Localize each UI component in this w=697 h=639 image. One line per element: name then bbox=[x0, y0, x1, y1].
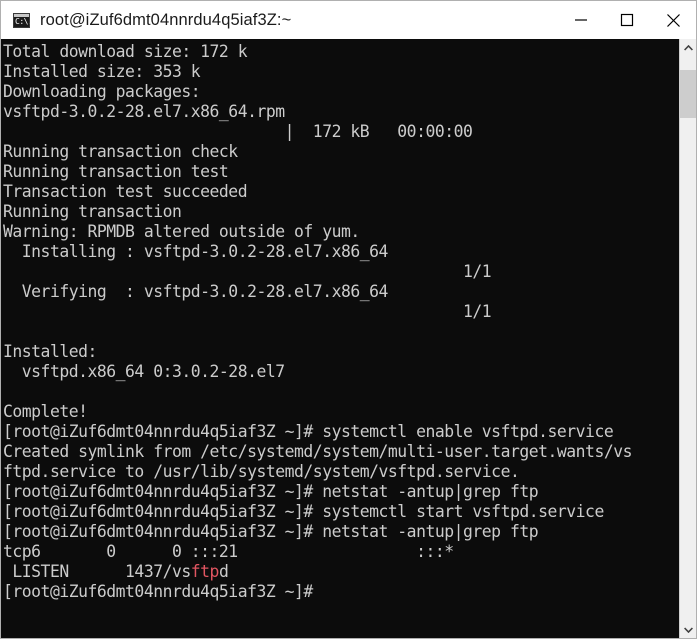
title-bar[interactable]: C:\. root@iZuf6dmt04nnrdu4q5iaf3Z:~ bbox=[1, 1, 696, 39]
maximize-icon bbox=[620, 13, 634, 27]
terminal-line: [root@iZuf6dmt04nnrdu4q5iaf3Z ~]# system… bbox=[3, 422, 614, 441]
close-button[interactable] bbox=[650, 1, 696, 39]
terminal-line: 1/1 bbox=[3, 262, 492, 281]
scrollbar-track[interactable] bbox=[680, 56, 696, 621]
terminal-line: Running transaction check bbox=[3, 142, 238, 161]
window-title: root@iZuf6dmt04nnrdu4q5iaf3Z:~ bbox=[40, 10, 292, 29]
chevron-down-icon bbox=[683, 626, 693, 633]
grep-match-highlight: ftp bbox=[190, 562, 220, 581]
terminal-line: ftpd.service to /usr/lib/systemd/system/… bbox=[3, 462, 520, 481]
terminal-line: [root@iZuf6dmt04nnrdu4q5iaf3Z ~]# system… bbox=[3, 502, 604, 521]
terminal-line: Transaction test succeeded bbox=[3, 182, 248, 201]
terminal-line: [root@iZuf6dmt04nnrdu4q5iaf3Z ~]# netsta… bbox=[3, 522, 539, 541]
terminal-line: Created symlink from /etc/systemd/system… bbox=[3, 442, 632, 461]
terminal-line: vsftpd-3.0.2-28.el7.x86_64.rpm bbox=[3, 102, 285, 121]
maximize-button[interactable] bbox=[604, 1, 650, 39]
terminal-line: tcp6 0 0 :::21 :::* bbox=[3, 542, 454, 561]
scroll-up-button[interactable] bbox=[680, 39, 696, 56]
terminal-line: Total download size: 172 k bbox=[3, 42, 248, 61]
minimize-icon bbox=[575, 19, 587, 21]
cmd-console-icon-glyph: C:\. bbox=[15, 16, 33, 26]
minimize-button[interactable] bbox=[558, 1, 604, 39]
terminal-line: Installing : vsftpd-3.0.2-28.el7.x86_64 bbox=[3, 242, 389, 261]
terminal-body: Total download size: 172 k Installed size… bbox=[1, 39, 696, 638]
scrollbar-thumb[interactable] bbox=[680, 70, 696, 118]
terminal-text: LISTEN 1437/vs bbox=[3, 562, 191, 581]
terminal-line: | 172 kB 00:00:00 bbox=[3, 122, 473, 141]
terminal-line: Downloading packages: bbox=[3, 82, 201, 101]
terminal-line: 1/1 bbox=[3, 302, 492, 321]
terminal-line: Running transaction test bbox=[3, 162, 229, 181]
terminal-line: Installed: bbox=[3, 342, 97, 361]
terminal-line: vsftpd.x86_64 0:3.0.2-28.el7 bbox=[3, 362, 285, 381]
close-icon bbox=[666, 13, 680, 27]
window-controls bbox=[558, 1, 696, 39]
vertical-scrollbar[interactable] bbox=[679, 39, 696, 638]
terminal-line: Verifying : vsftpd-3.0.2-28.el7.x86_64 bbox=[3, 282, 389, 301]
terminal-line: LISTEN 1437/vsftpd bbox=[3, 562, 679, 582]
terminal-line: [root@iZuf6dmt04nnrdu4q5iaf3Z ~]# netsta… bbox=[3, 482, 539, 501]
scroll-down-button[interactable] bbox=[680, 621, 696, 638]
terminal-output[interactable]: Total download size: 172 k Installed size… bbox=[1, 39, 679, 638]
terminal-line: Running transaction bbox=[3, 202, 182, 221]
terminal-line: Installed size: 353 k bbox=[3, 62, 201, 81]
terminal-window: C:\. root@iZuf6dmt04nnrdu4q5iaf3Z:~ Tota… bbox=[0, 0, 697, 639]
terminal-line: Complete! bbox=[3, 402, 88, 421]
terminal-line: [root@iZuf6dmt04nnrdu4q5iaf3Z ~]# bbox=[3, 582, 323, 601]
terminal-text: d bbox=[218, 562, 229, 581]
chevron-up-icon bbox=[683, 44, 693, 51]
cmd-console-icon: C:\. bbox=[13, 12, 33, 28]
terminal-line: Warning: RPMDB altered outside of yum. bbox=[3, 222, 360, 241]
